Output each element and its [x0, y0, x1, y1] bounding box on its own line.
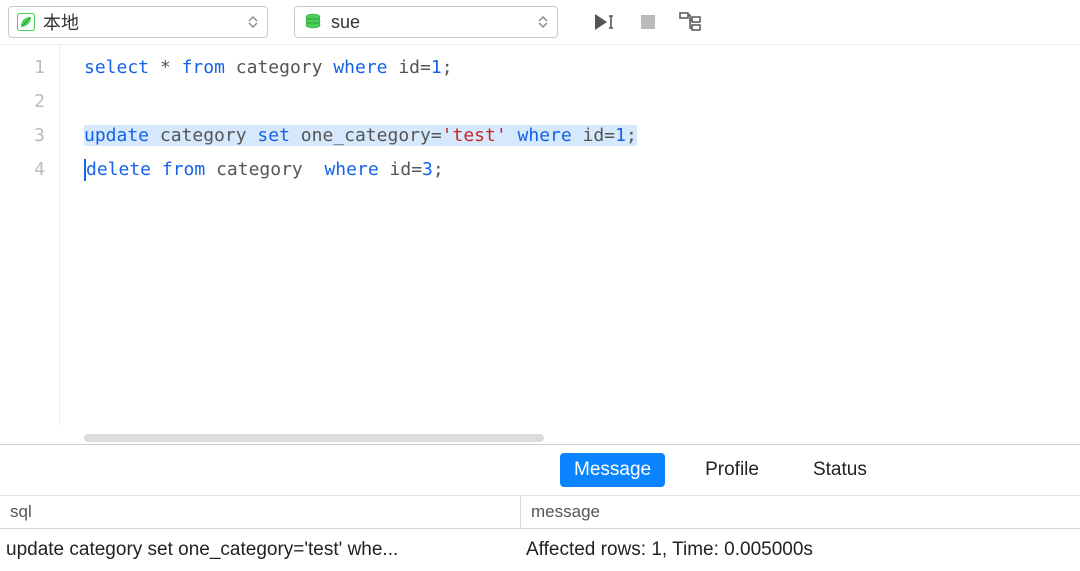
toolbar: 本地 sue: [0, 0, 1080, 45]
line-number: 3: [0, 119, 45, 153]
tab-message[interactable]: Message: [560, 453, 665, 487]
code-line: select * from category where id=1;: [84, 51, 1080, 85]
connection-label: 本地: [43, 9, 239, 35]
code-area[interactable]: select * from category where id=1; update…: [60, 45, 1080, 426]
code-line: delete from category where id=3;: [84, 153, 1080, 187]
sql-editor[interactable]: 1 2 3 4 select * from category where id=…: [0, 45, 1080, 426]
stop-button[interactable]: [634, 8, 662, 36]
scrollbar-thumb[interactable]: [84, 434, 544, 442]
app-root: 本地 sue: [0, 0, 1080, 571]
leaf-icon: [17, 13, 35, 31]
code-line: [84, 85, 1080, 119]
horizontal-scrollbar[interactable]: [84, 432, 1044, 444]
line-number: 4: [0, 153, 45, 187]
dropdown-arrows-icon: [247, 16, 259, 28]
database-icon: [303, 12, 323, 32]
connection-selector[interactable]: 本地: [8, 6, 268, 38]
results-row[interactable]: update category set one_category='test' …: [0, 529, 1080, 571]
column-header-sql[interactable]: sql: [0, 496, 520, 528]
column-header-message[interactable]: message: [520, 496, 1080, 528]
database-label: sue: [331, 12, 529, 33]
results-panel: Message Profile Status sql message updat…: [0, 444, 1080, 571]
results-tabs: Message Profile Status: [0, 445, 1080, 496]
dropdown-arrows-icon: [537, 16, 549, 28]
code-line: update category set one_category='test' …: [84, 119, 1080, 153]
line-number: 1: [0, 51, 45, 85]
tab-status[interactable]: Status: [799, 453, 881, 487]
run-button[interactable]: [592, 8, 620, 36]
result-message-cell: Affected rows: 1, Time: 0.005000s: [520, 529, 1080, 571]
line-gutter: 1 2 3 4: [0, 45, 60, 426]
results-header: sql message: [0, 496, 1080, 529]
database-selector[interactable]: sue: [294, 6, 558, 38]
tab-profile[interactable]: Profile: [691, 453, 773, 487]
explain-button[interactable]: [676, 8, 704, 36]
line-number: 2: [0, 85, 45, 119]
result-sql-cell: update category set one_category='test' …: [0, 529, 520, 571]
